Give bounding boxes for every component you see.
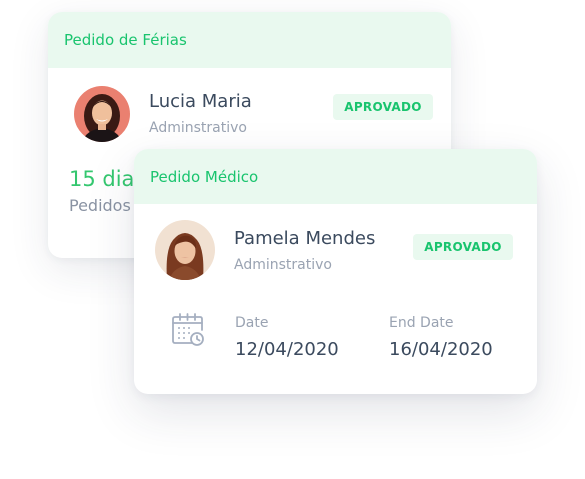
request-cards-stage: Pedido de Férias Lucia Maria Adminstrati… [0,0,585,479]
employee-name: Lucia Maria [149,91,252,112]
end-date-value: 16/04/2020 [389,339,493,360]
employee-role: Adminstrativo [149,120,247,136]
days-caption: Pedidos [69,196,131,215]
start-date-value: 12/04/2020 [235,339,339,360]
avatar [74,86,130,142]
card-title: Pedido Médico [134,149,537,204]
card-title: Pedido de Férias [48,12,451,68]
calendar-clock-icon [172,313,204,346]
avatar-photo-lucia [74,86,130,142]
end-date-label: End Date [389,315,454,331]
avatar-photo-pamela [155,220,215,280]
status-badge: APROVADO [413,234,513,260]
employee-role: Adminstrativo [234,257,332,273]
employee-name: Pamela Mendes [234,228,376,249]
avatar [155,220,215,280]
start-date-label: Date [235,315,269,331]
status-badge: APROVADO [333,94,433,120]
medical-request-card[interactable]: Pedido Médico Pamela Mendes Adminstrativ… [134,149,537,394]
